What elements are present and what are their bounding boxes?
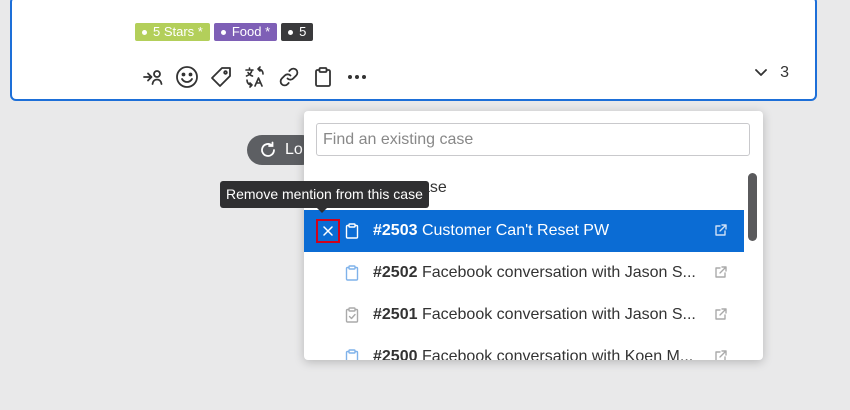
remove-mention-tooltip: Remove mention from this case <box>220 181 429 213</box>
emoji-button[interactable] <box>170 62 204 92</box>
case-clipboard-icon <box>345 349 359 360</box>
link-button[interactable] <box>272 62 306 92</box>
tag-label: 5 <box>299 24 307 39</box>
tag-label: Food * <box>231 24 271 39</box>
external-link-icon[interactable] <box>714 265 728 279</box>
close-icon <box>323 226 333 236</box>
translate-icon <box>245 66 264 88</box>
case-closed-icon <box>345 307 359 323</box>
assign-icon <box>143 70 163 85</box>
tag-food[interactable]: Food * <box>213 23 278 41</box>
tag-dot-icon <box>142 29 147 35</box>
tag-count[interactable]: 5 <box>281 23 314 41</box>
case-title: #2501 Facebook conversation with Jason S… <box>373 306 696 323</box>
external-link-icon[interactable] <box>714 223 728 237</box>
more-button[interactable] <box>340 62 374 92</box>
case-title: #2503 Customer Can't Reset PW <box>373 222 610 239</box>
case-item[interactable]: #2502 Facebook conversation with Jason S… <box>304 252 744 294</box>
assign-button[interactable] <box>136 62 170 92</box>
replies-toggle[interactable]: 3 <box>754 64 789 82</box>
mention-card: 5 Stars * Food * 5 3 <box>10 0 817 101</box>
case-clipboard-icon <box>345 265 359 281</box>
tag-button[interactable] <box>204 62 238 92</box>
tag-dot-icon <box>220 29 226 35</box>
replies-count: 3 <box>780 64 789 81</box>
tag-icon <box>211 67 231 87</box>
refresh-icon <box>261 141 275 157</box>
case-button[interactable] <box>306 62 340 92</box>
link-icon <box>279 67 299 87</box>
case-item[interactable]: #2500 Facebook conversation with Koen M.… <box>304 336 744 360</box>
tag-5-stars[interactable]: 5 Stars * <box>135 23 210 41</box>
case-dropdown: ase #2503 Customer Can't Reset PW <box>304 111 763 360</box>
more-icon <box>348 75 366 79</box>
load-more-label: Lo <box>285 141 303 158</box>
case-list: #2503 Customer Can't Reset PW #2502 Face… <box>304 210 744 360</box>
case-item[interactable]: #2501 Facebook conversation with Jason S… <box>304 294 744 336</box>
external-link-icon[interactable] <box>714 307 728 321</box>
remove-mention-button[interactable] <box>316 219 340 243</box>
case-item[interactable]: #2503 Customer Can't Reset PW <box>304 210 744 252</box>
case-search-input[interactable] <box>316 123 750 156</box>
action-toolbar <box>136 62 374 92</box>
translate-button[interactable] <box>238 62 272 92</box>
tag-dot-icon <box>288 29 294 35</box>
case-clipboard-icon <box>345 223 359 239</box>
tag-label: 5 Stars * <box>153 24 203 39</box>
scrollbar-thumb[interactable] <box>748 173 757 241</box>
case-title: #2502 Facebook conversation with Jason S… <box>373 264 696 281</box>
case-clipboard-icon <box>315 67 331 87</box>
case-title: #2500 Facebook conversation with Koen M.… <box>373 348 694 360</box>
emoji-icon <box>176 66 198 88</box>
tag-list: 5 Stars * Food * 5 <box>135 23 314 41</box>
chevron-down-icon <box>755 69 767 76</box>
external-link-icon[interactable] <box>714 349 728 360</box>
